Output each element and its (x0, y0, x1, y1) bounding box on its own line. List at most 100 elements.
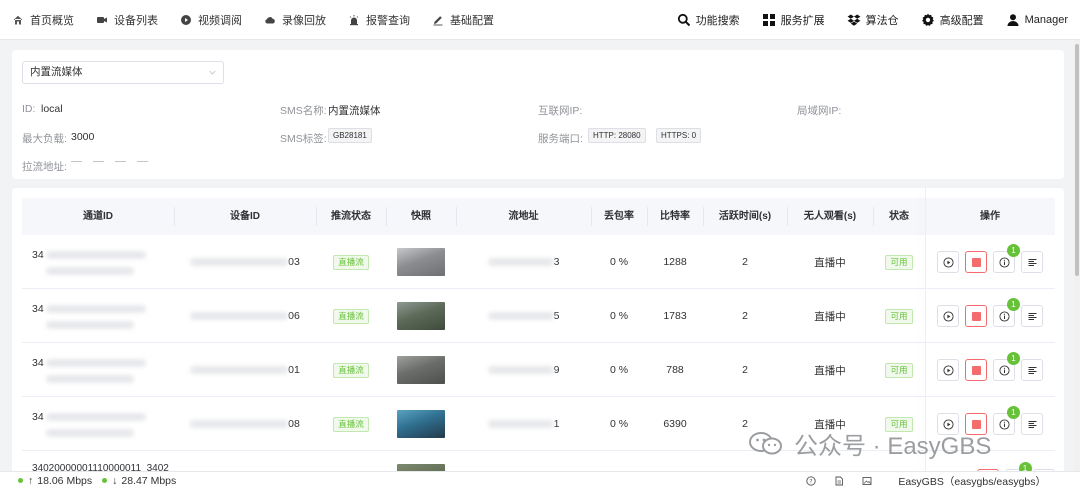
nav-item-label: Manager (1024, 14, 1068, 26)
cell-device-id: 03 (174, 235, 316, 289)
grid-icon (762, 13, 776, 27)
nav-item-edit[interactable]: 基础配置 (432, 12, 494, 28)
idle-time-value: 直播中 (814, 310, 846, 323)
masked-text (487, 420, 554, 428)
nav-item-alarm[interactable]: 报警查询 (348, 12, 410, 28)
info-button[interactable]: 1 (993, 298, 1020, 327)
user-icon (1006, 13, 1020, 27)
table-row: 34 03 直播流 3 0 % 1288 2 直播中 可用 1 (22, 235, 1055, 289)
col-separator (456, 207, 457, 226)
media-server-select-value: 内置流媒体 (30, 66, 83, 78)
cell-stream-address: 3 (456, 235, 591, 289)
upload-arrow-icon: ↑ (28, 474, 34, 487)
dropbox-icon (847, 13, 861, 27)
video-camera-icon (96, 14, 108, 26)
nav-item-user[interactable]: Manager (1006, 13, 1068, 27)
channel-id-prefix: 34 (32, 411, 44, 423)
nav-item-video-camera[interactable]: 设备列表 (96, 12, 158, 28)
cell-snapshot (386, 343, 456, 397)
nav-item-label: 设备列表 (114, 14, 158, 27)
cell-snapshot (386, 397, 456, 451)
info-icon (998, 310, 1010, 322)
pull-address-label: 拉流地址: (22, 161, 67, 173)
active-time-value: 2 (742, 310, 748, 322)
cell-push-status: 直播流 (316, 235, 386, 289)
col-header-packet-loss: 丢包率 (604, 211, 634, 222)
snapshot-thumbnail[interactable] (397, 302, 445, 330)
cell-idle-time: 直播中 (787, 343, 873, 397)
media-server-select[interactable]: 内置流媒体 (22, 61, 224, 84)
nav-item-label: 高级配置 (939, 15, 984, 27)
col-header-actions: 操作 (980, 211, 1000, 222)
status-badge: 可用 (885, 254, 913, 270)
active-time-value: 2 (742, 364, 748, 376)
stop-stream-button[interactable] (965, 305, 987, 327)
cell-stream-address: 9 (456, 343, 591, 397)
snapshot-thumbnail[interactable] (397, 356, 445, 384)
col-header-idle-time: 无人观看(s) (803, 211, 857, 222)
nav-item-label: 录像回放 (282, 14, 326, 27)
masked-text (45, 305, 146, 313)
masked-text (487, 312, 554, 320)
col-header-status: 状态 (889, 211, 909, 222)
play-button[interactable] (937, 305, 959, 327)
play-button[interactable] (937, 251, 959, 273)
nav-item-search[interactable]: 功能搜索 (677, 12, 740, 28)
details-button[interactable] (1021, 413, 1043, 435)
details-button[interactable] (1021, 305, 1043, 327)
details-button[interactable] (1021, 251, 1043, 273)
masked-text (190, 312, 289, 320)
masked-text (190, 258, 289, 266)
sms-tag: GB28181 (328, 128, 372, 143)
download-status-dot (102, 478, 108, 483)
home-icon (12, 14, 24, 26)
help-icon[interactable]: ? (806, 476, 816, 486)
stop-icon (971, 311, 981, 321)
download-rate: 28.47 Mbps (121, 474, 177, 487)
nav-item-play-circle[interactable]: 视频调阅 (180, 12, 242, 28)
cell-actions: 1 (925, 289, 1055, 343)
cell-actions: 1 (925, 343, 1055, 397)
upload-rate: 18.06 Mbps (37, 474, 93, 487)
details-button[interactable] (1021, 359, 1043, 381)
cell-push-status: 直播流 (316, 343, 386, 397)
cell-device-id: 01 (174, 343, 316, 397)
push-status-badge: 直播流 (333, 308, 369, 324)
nav-item-gear[interactable]: 高级配置 (921, 12, 984, 28)
snapshot-thumbnail[interactable] (397, 248, 445, 276)
snapshot-thumbnail[interactable] (397, 410, 445, 438)
stop-icon (971, 365, 981, 375)
stream-address-suffix: 1 (553, 418, 560, 430)
play-button[interactable] (937, 359, 959, 381)
channel-id-line: 34 (32, 249, 146, 261)
nav-item-dropbox[interactable]: 算法仓 (847, 12, 899, 28)
info-button[interactable]: 1 (993, 406, 1020, 435)
nav-item-cloud[interactable]: 录像回放 (264, 12, 326, 28)
col-separator (174, 207, 175, 226)
cell-channel-id: 34 (22, 343, 174, 397)
cell-active-time: 2 (703, 235, 787, 289)
cell-snapshot (386, 289, 456, 343)
sms-name-label: SMS名称: (280, 105, 327, 117)
stop-stream-button[interactable] (965, 359, 987, 381)
scrollbar-thumb[interactable] (1075, 44, 1079, 276)
table-header: 通道ID 设备ID 推流状态 快照 流地址 丢包率 比特率 活跃时间(s) 无人观看(s) 状态 操… (22, 198, 1055, 235)
https-port-tag: HTTPS: 0 (656, 128, 702, 143)
cell-device-id: 08 (174, 397, 316, 451)
info-button[interactable]: 1 (993, 244, 1020, 273)
nav-item-home[interactable]: 首页概览 (12, 12, 74, 28)
document-icon[interactable] (834, 476, 844, 486)
info-button[interactable]: 1 (993, 352, 1020, 381)
page-scrollbar[interactable] (1074, 40, 1080, 471)
packet-loss-value: 0 % (609, 310, 629, 322)
stop-stream-button[interactable] (965, 251, 987, 273)
image-icon[interactable] (862, 476, 872, 486)
cell-packet-loss: 0 % (591, 343, 647, 397)
edit-icon (432, 14, 444, 26)
nav-item-grid[interactable]: 服务扩展 (762, 12, 825, 28)
svg-text:?: ? (810, 478, 813, 485)
masked-text (487, 366, 554, 374)
cell-status: 可用 (873, 289, 925, 343)
stream-address-suffix: 9 (553, 364, 560, 376)
device-id-suffix: 08 (288, 418, 300, 430)
